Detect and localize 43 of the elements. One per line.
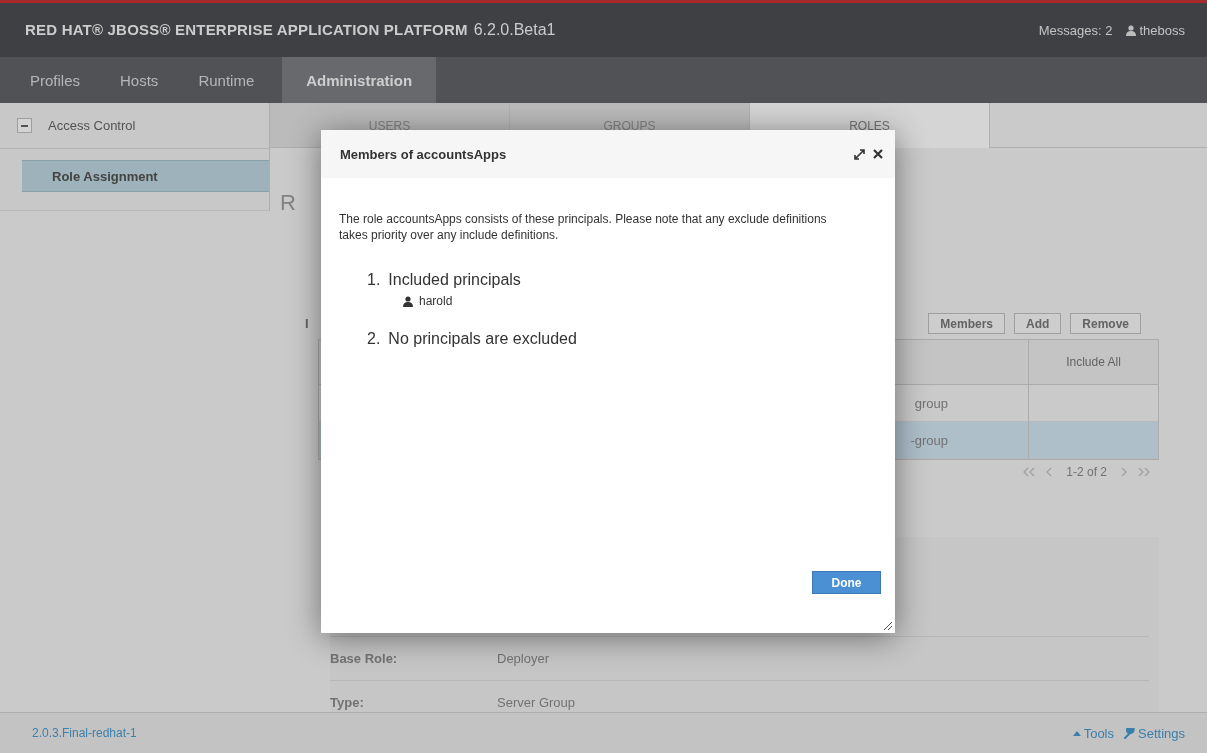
last-page-icon — [1137, 467, 1151, 477]
table-header-cell: Include All — [1029, 340, 1158, 385]
first-page-icon — [1022, 467, 1037, 477]
collapse-toggle-icon[interactable] — [17, 118, 32, 133]
product-version: 6.2.0.Beta1 — [473, 21, 556, 39]
close-icon[interactable] — [873, 149, 883, 159]
section-title: Included principals — [388, 271, 521, 289]
caret-icon — [1072, 730, 1081, 736]
toolbar-button[interactable]: Remove — [1070, 312, 1141, 334]
list-number: 1. — [367, 271, 381, 289]
resize-grip-icon[interactable] — [883, 621, 893, 631]
nav-tab[interactable]: Hosts — [100, 57, 179, 103]
nav-tab[interactable]: Runtime — [178, 57, 275, 103]
version-link[interactable]: 2.0.3.Final-redhat-1 — [32, 726, 137, 740]
group-label: Access Control — [48, 118, 136, 133]
expand-icon[interactable] — [854, 148, 865, 160]
dialog-text: The role accountsApps consists of these principals. Please note that any exclude definitions takes priority over any include definitions. — [339, 211, 828, 243]
sidebar-group[interactable]: Access Control — [0, 103, 269, 149]
done-button[interactable]: Done — [812, 571, 881, 594]
wrench-icon — [1124, 727, 1135, 739]
page-heading: R — [280, 190, 297, 217]
settings-link[interactable]: Settings — [1124, 725, 1185, 741]
section-title: No principals are excluded — [388, 330, 577, 348]
section-heading: I — [305, 315, 309, 331]
detail-value: Deployer — [497, 651, 550, 666]
toolbar-button[interactable]: Add — [1014, 312, 1062, 334]
list-number: 2. — [367, 330, 381, 348]
detail-label: Base Role: — [330, 651, 399, 666]
principal-name: harold — [419, 294, 453, 308]
product-name: RED HAT® JBOSS® ENTERPRISE APPLICATION PLATFORM — [25, 21, 468, 38]
user-icon — [403, 295, 413, 307]
page-count: 1-2 of 2 — [1066, 465, 1107, 479]
detail-value: Server Group — [497, 695, 576, 710]
nav-tab[interactable]: Administration — [282, 57, 437, 103]
toolbar-button[interactable]: Members — [928, 312, 1005, 334]
user-link[interactable]: theboss — [1139, 22, 1185, 38]
sidebar-item[interactable]: Role Assignment — [22, 160, 269, 192]
dialog-title: Members of accountsApps — [340, 146, 507, 162]
tools-link[interactable]: Tools — [1072, 725, 1114, 741]
messages-link[interactable]: Messages: 2 — [1038, 22, 1113, 38]
detail-label: Type: — [330, 695, 365, 710]
nav-tab[interactable]: Profiles — [10, 57, 101, 103]
user-icon — [1126, 24, 1137, 36]
